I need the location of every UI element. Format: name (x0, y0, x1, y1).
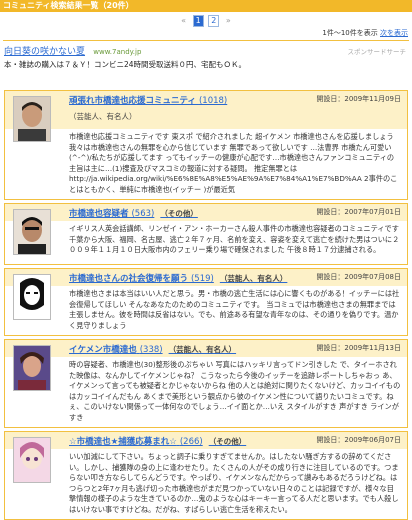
community-category: （芸能人、有名人） (69, 112, 137, 121)
created-date: 開設日：2009年11月09日 (316, 95, 401, 103)
community-avatar[interactable] (13, 96, 51, 142)
community-category: （芸能人、有名人） (168, 345, 237, 354)
pager-page-2[interactable]: 2 (208, 15, 220, 27)
card-header: ☆市橋達也★捕獲応募まれ☆ (266) （その他） 開設日：2009年06月07日 (5, 432, 407, 483)
community-card: 市橋達也容疑者 (563) （その他） 開設日：2007年07月01日 イギリス人… (4, 203, 408, 265)
card-header: 頑張れ市橋達也応援コミュニティ (1018) 開設日：2009年11月09日 （… (5, 91, 407, 142)
community-title-link[interactable]: 頑張れ市橋達也応援コミュニティ (1018) (69, 94, 227, 106)
community-description: 市橋達也応援コミュニティです 東スポ で紹介されました 超イケメン 市橋達也さん… (69, 132, 398, 194)
community-avatar[interactable] (13, 274, 51, 320)
community-card: 市橋達也さんの社会復帰を願う (519) （芸能人、有名人） 開設日：2009年0… (4, 268, 408, 336)
anime-character-icon (14, 438, 50, 482)
ad-description: 本・雑誌の購入は７＆Ｙ！コンビニ24時間受取送料０円、宅配もＯＫ。 (4, 60, 247, 69)
sponsor-label[interactable]: スポンサードサーチ (348, 46, 407, 56)
pager: « 1 2 » (0, 14, 412, 28)
community-description: 時の容疑者、市橋達也(30)整形後のぷちゃい 写真にはハッキリ言ってドン引きした… (69, 360, 401, 422)
created-date: 開設日：2007年07月01日 (316, 208, 401, 216)
community-description: イギリス人英会話講師、リンゼイ・アン・ホーカーさん殺人事件の市橋達也容疑者のコミ… (69, 224, 400, 254)
community-description: 市橋達也さまは本当はいい人だと思う。男・市橋の逃亡生活には心に響くものがある！イ… (69, 289, 400, 330)
result-count: 1件～10件を表示 (322, 29, 378, 37)
community-category: （その他） (208, 437, 247, 446)
community-avatar[interactable] (13, 209, 51, 255)
card-header: 市橋達也さんの社会復帰を願う (519) （芸能人、有名人） 開設日：2009年0… (5, 269, 407, 320)
community-title-link[interactable]: ☆市橋達也★捕獲応募まれ☆ (266) （その他） (69, 435, 246, 447)
ad-url[interactable]: www.7andy.jp (93, 48, 141, 56)
community-description: いい加減にして下さい。ちょっと調子に乗りすぎてませんか。はしたない騒ぎ方するの辞… (69, 452, 399, 514)
window-title: コミュニティ検索結果一覧（20件） (0, 0, 412, 12)
person-photo-icon (14, 210, 50, 254)
community-card: イケメン市橋達也 (338) （芸能人、有名人） 開設日：2009年11月13日 … (4, 339, 408, 428)
person-photo-icon (14, 346, 50, 390)
card-header: イケメン市橋達也 (338) （芸能人、有名人） 開設日：2009年11月13日 (5, 340, 407, 391)
pager-prev[interactable]: « (179, 14, 188, 28)
community-category: （芸能人、有名人） (219, 274, 288, 283)
sponsored-ad: 向日葵の咲かない夏 www.7andy.jp スポンサードサーチ 本・雑誌の購入… (0, 42, 412, 90)
sketch-portrait-icon (14, 275, 50, 319)
next-page-link[interactable]: 次を表示 (380, 29, 408, 37)
ad-title-link[interactable]: 向日葵の咲かない夏 (4, 47, 85, 57)
created-date: 開設日：2009年11月13日 (316, 344, 401, 352)
created-date: 開設日：2009年07月08日 (316, 273, 401, 281)
community-avatar[interactable] (13, 437, 51, 483)
community-avatar[interactable] (13, 345, 51, 391)
created-date: 開設日：2009年06月07日 (316, 436, 401, 444)
result-count-line: 1件～10件を表示 次を表示 (0, 28, 412, 39)
community-card: ☆市橋達也★捕獲応募まれ☆ (266) （その他） 開設日：2009年06月07日… (4, 431, 408, 520)
pager-page-1[interactable]: 1 (192, 15, 204, 27)
divider (3, 40, 409, 41)
person-photo-icon (14, 97, 50, 141)
community-title-link[interactable]: 市橋達也容疑者 (563) （その他） (69, 207, 198, 219)
pager-next[interactable]: » (224, 14, 233, 28)
card-header: 市橋達也容疑者 (563) （その他） 開設日：2007年07月01日 (5, 204, 407, 255)
community-title-link[interactable]: イケメン市橋達也 (338) （芸能人、有名人） (69, 343, 236, 355)
community-category: （その他） (160, 209, 198, 218)
community-card: 頑張れ市橋達也応援コミュニティ (1018) 開設日：2009年11月09日 （… (4, 90, 408, 200)
community-title-link[interactable]: 市橋達也さんの社会復帰を願う (519) （芸能人、有名人） (69, 272, 287, 284)
